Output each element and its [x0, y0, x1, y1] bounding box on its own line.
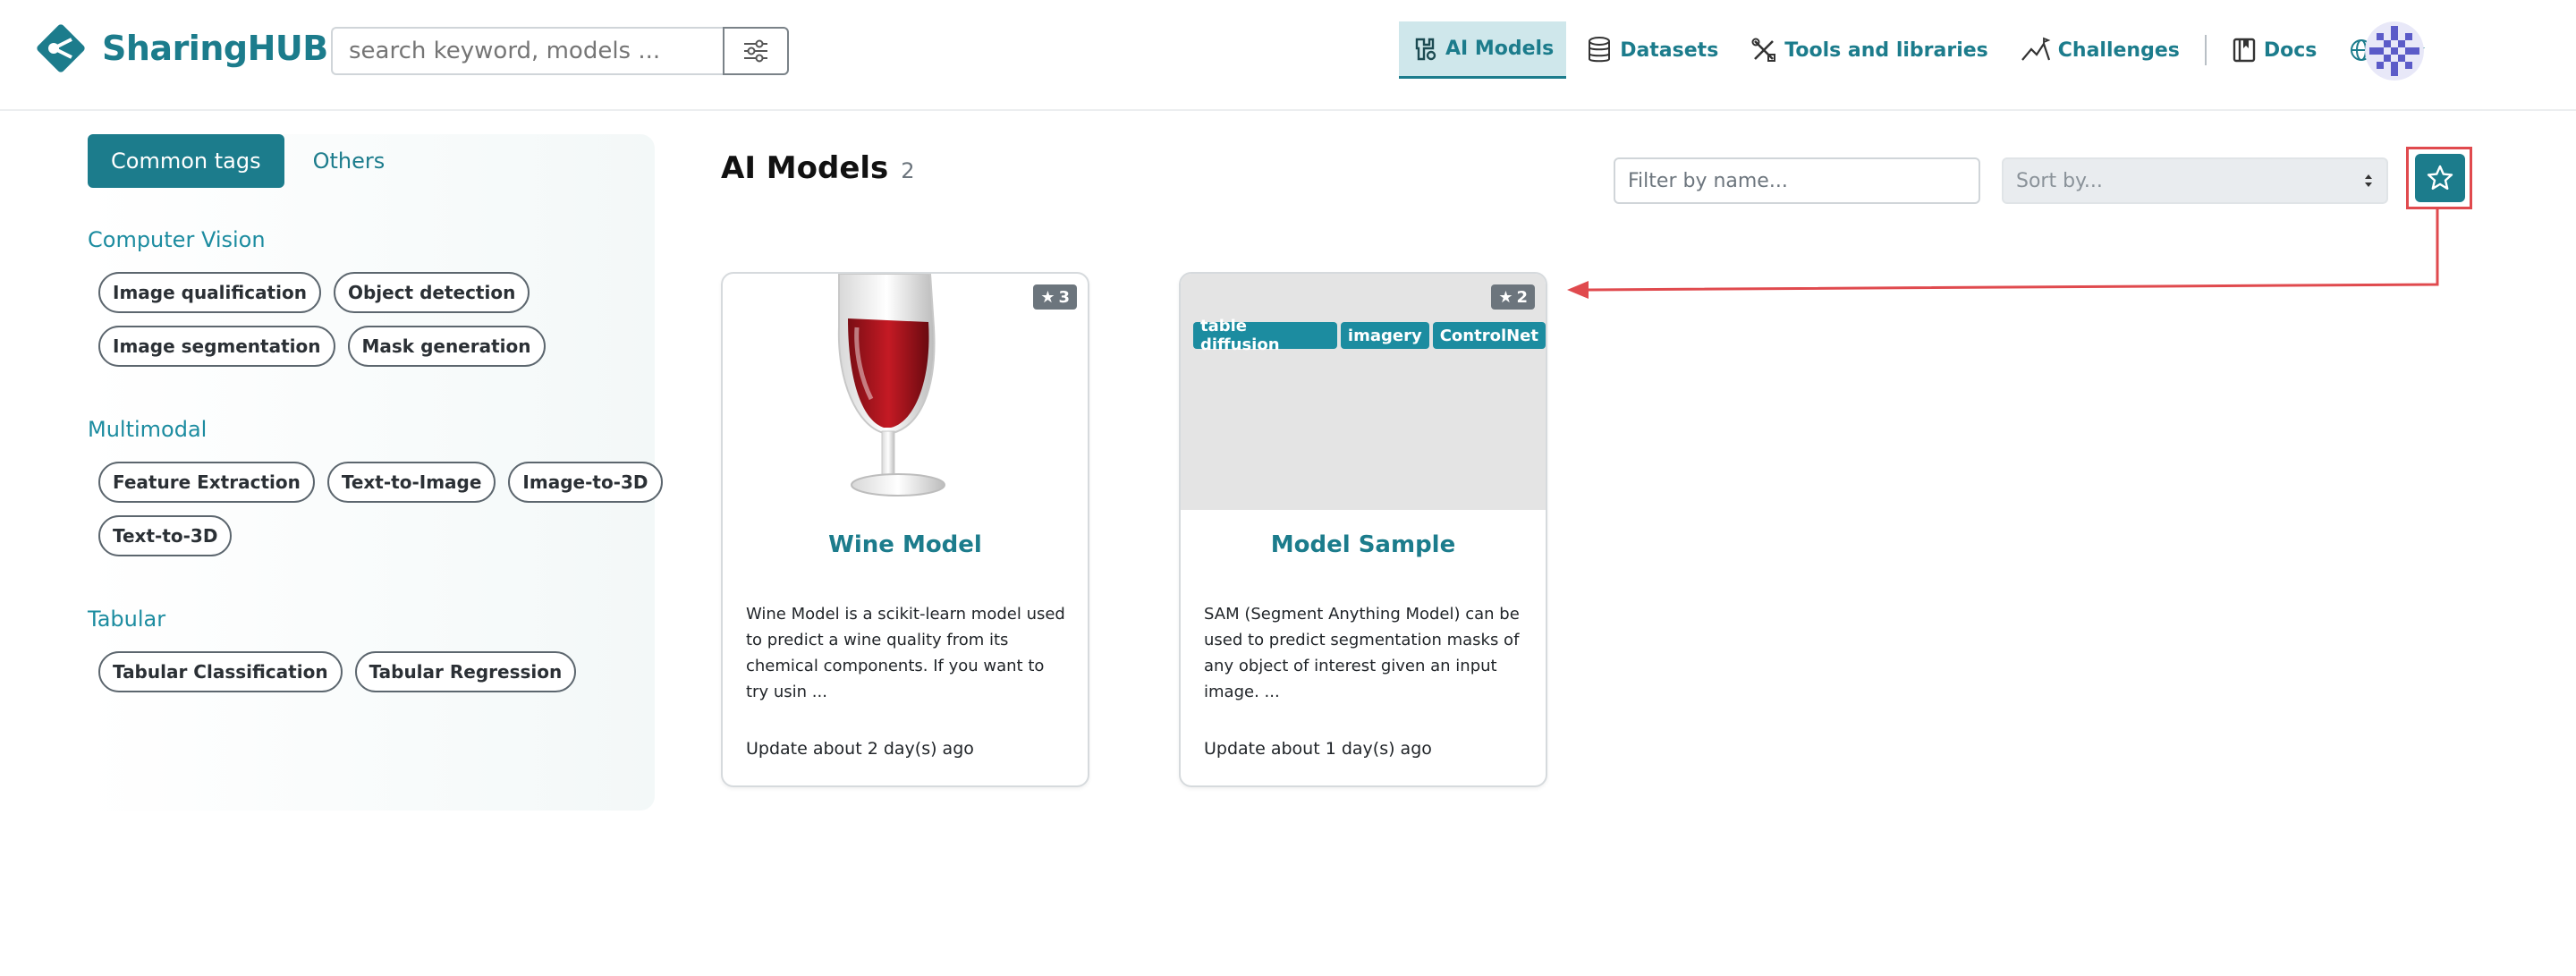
star-count: 2: [1516, 287, 1528, 307]
card-tag[interactable]: imagery: [1340, 322, 1429, 349]
nav-challenges-label: Challenges: [2057, 38, 2180, 62]
section-title-computer-vision: Computer Vision: [88, 227, 266, 252]
nav-tools-label: Tools and libraries: [1784, 38, 1988, 62]
star-count-badge: ★ 2: [1491, 284, 1535, 310]
card-description: SAM (Segment Anything Model) can be used…: [1204, 605, 1520, 701]
page-title-text: AI Models: [721, 150, 889, 186]
nav-ai-models-label: AI Models: [1445, 38, 1555, 60]
card-updated: Update about 2 day(s) ago: [746, 739, 974, 759]
select-arrows-icon: [2365, 174, 2372, 187]
star-small-icon: ★: [1498, 287, 1513, 307]
tag-pill[interactable]: Feature Extraction: [98, 462, 315, 503]
card-tag[interactable]: ControlNet: [1432, 322, 1546, 349]
ai-models-icon: [1415, 38, 1436, 60]
nav-ai-models[interactable]: AI Models: [1399, 21, 1567, 79]
tabular-tags: Tabular Classification Tabular Regressio…: [98, 651, 671, 692]
star-count-badge: ★ 3: [1033, 284, 1077, 310]
tag-pill[interactable]: Image qualification: [98, 272, 321, 313]
main-nav: AI Models Datasets Tools and libraries C…: [1399, 21, 2438, 79]
card-tag[interactable]: table diffusion: [1193, 317, 1337, 354]
card-updated: Update about 1 day(s) ago: [1204, 739, 1432, 759]
nav-datasets-label: Datasets: [1620, 38, 1719, 62]
tab-common-tags[interactable]: Common tags: [88, 134, 284, 188]
nav-separator: [2204, 35, 2207, 65]
card-title[interactable]: Model Sample: [1181, 531, 1546, 558]
wine-glass-image: [723, 274, 1088, 510]
page-title: AI Models 2: [721, 150, 915, 186]
tag-pill[interactable]: Image-to-3D: [508, 462, 663, 503]
card-image-placeholder: [1181, 274, 1546, 510]
tags-sidebar: Common tags Others Computer Vision Image…: [86, 134, 663, 811]
nav-tools[interactable]: Tools and libraries: [1738, 21, 2000, 79]
computer-vision-tags: Image qualification Object detection Ima…: [98, 272, 671, 367]
starred-filter-button[interactable]: [2415, 154, 2465, 202]
search-box[interactable]: [331, 27, 724, 75]
star-count: 3: [1058, 287, 1070, 307]
search-input[interactable]: [349, 38, 708, 64]
nav-datasets[interactable]: Datasets: [1573, 21, 1731, 79]
sliders-icon: [744, 39, 767, 63]
nav-challenges[interactable]: Challenges: [2008, 21, 2192, 79]
card-tags: table diffusion imagery ControlNet: [1193, 317, 1546, 354]
tag-pill[interactable]: Tabular Classification: [98, 651, 343, 692]
card-title[interactable]: Wine Model: [723, 531, 1088, 558]
tag-pill[interactable]: Object detection: [333, 272, 530, 313]
filter-by-name-input[interactable]: Filter by name...: [1614, 157, 1980, 204]
user-avatar[interactable]: [2365, 21, 2424, 81]
sort-by-label: Sort by...: [2016, 169, 2103, 192]
tools-icon: [1751, 38, 1776, 62]
sort-by-select[interactable]: Sort by...: [2002, 157, 2388, 204]
tag-tabs: Common tags Others: [88, 134, 408, 188]
logo-text: SharingHUB: [102, 29, 328, 68]
nav-docs-label: Docs: [2263, 38, 2318, 62]
tag-pill[interactable]: Mask generation: [347, 326, 546, 367]
search-filter-button[interactable]: [723, 27, 789, 75]
section-title-multimodal: Multimodal: [88, 417, 208, 442]
tag-pill[interactable]: Image segmentation: [98, 326, 335, 367]
tag-pill[interactable]: Text-to-3D: [98, 515, 233, 556]
database-icon: [1589, 37, 1611, 63]
models-count: 2: [901, 158, 915, 183]
sharinghub-logo-icon: [37, 24, 85, 72]
book-icon: [2233, 38, 2256, 63]
card-description: Wine Model is a scikit-learn model used …: [746, 605, 1065, 701]
model-card-wine[interactable]: ★ 3 Wine Model Wine Model is a scikit-le…: [721, 272, 1089, 787]
tab-others[interactable]: Others: [290, 134, 409, 188]
tag-pill[interactable]: Tabular Regression: [354, 651, 577, 692]
star-small-icon: ★: [1040, 287, 1055, 307]
star-outline-icon: [2427, 165, 2453, 190]
section-title-tabular: Tabular: [88, 607, 166, 632]
brand-logo[interactable]: SharingHUB: [32, 20, 328, 77]
nav-docs[interactable]: Docs: [2219, 21, 2330, 79]
top-navbar: SharingHUB AI Models Da: [0, 0, 2576, 111]
tag-pill[interactable]: Text-to-Image: [326, 462, 496, 503]
avatar-identicon-icon: [2365, 21, 2424, 81]
model-card-sample[interactable]: ★ 2 table diffusion imagery ControlNet M…: [1179, 272, 1547, 787]
challenges-icon: [2021, 37, 2051, 61]
multimodal-tags: Feature Extraction Text-to-Image Image-t…: [98, 462, 671, 556]
